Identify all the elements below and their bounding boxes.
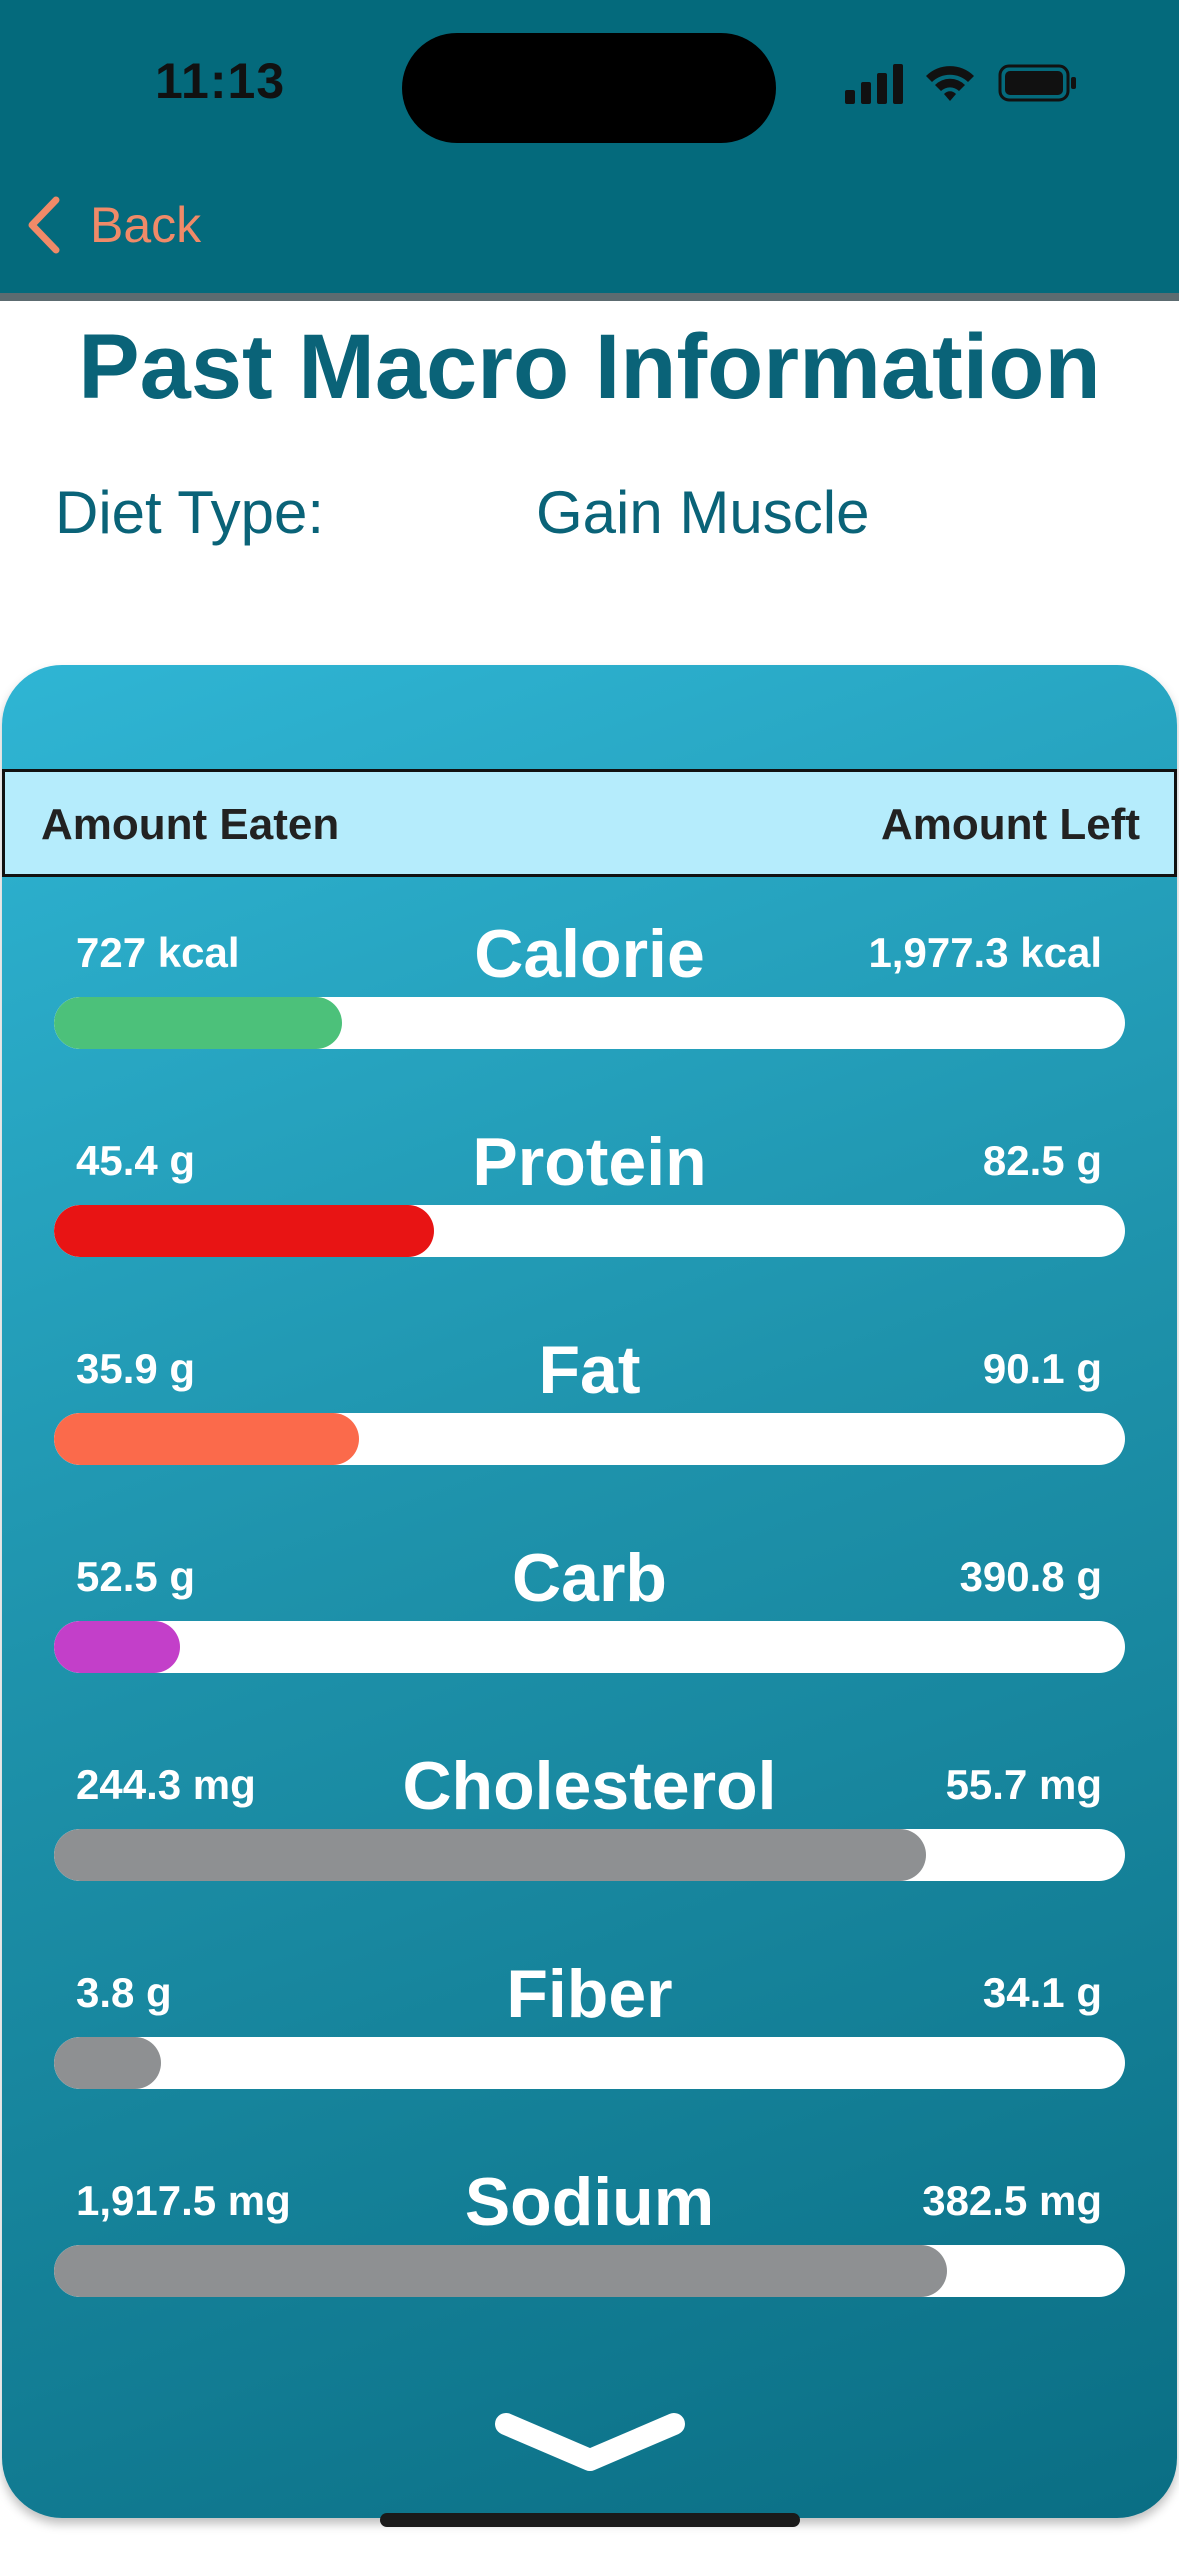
macro-left-value: 34.1 g [982, 1969, 1102, 2016]
progress-bar-track [54, 1829, 1125, 1881]
home-indicator[interactable] [380, 2513, 800, 2527]
macro-eaten-value: 1,917.5 mg [76, 2177, 291, 2224]
macro-left-value: 82.5 g [982, 1137, 1102, 1184]
macro-row-carb: 52.5 g Carb 390.8 g [2, 1540, 1177, 1713]
progress-bar-fill [54, 997, 343, 1049]
macro-eaten-value: 45.4 g [76, 1137, 196, 1184]
macro-row-cholesterol: 244.3 mg Cholesterol 55.7 mg [2, 1748, 1177, 1921]
amount-eaten-header: Amount Eaten [41, 800, 340, 849]
macro-row-sodium: 1,917.5 mg Sodium 382.5 mg [2, 2164, 1177, 2337]
macro-left-value: 382.5 mg [922, 2177, 1102, 2224]
header-divider [0, 293, 1179, 301]
macro-left-value: 390.8 g [959, 1553, 1102, 1600]
macro-eaten-value: 244.3 mg [76, 1761, 256, 1808]
cellular-signal-icon [845, 64, 903, 104]
diet-type-value: Gain Muscle [536, 479, 870, 546]
progress-bar-track [54, 997, 1125, 1049]
macro-eaten-value: 52.5 g [76, 1553, 196, 1600]
progress-bar-track [54, 2037, 1125, 2089]
amount-left-header: Amount Left [880, 800, 1140, 849]
macro-card: Amount Eaten Amount Left 727 kcal Calori… [2, 665, 1177, 2518]
back-label: Back [90, 197, 202, 253]
macro-row-protein: 45.4 g Protein 82.5 g [2, 1124, 1177, 1297]
progress-bar-fill [54, 1621, 181, 1673]
chevron-down-icon[interactable] [492, 2410, 688, 2476]
macro-row-fat: 35.9 g Fat 90.1 g [2, 1332, 1177, 1505]
progress-bar-fill [54, 1205, 435, 1257]
table-header: Amount Eaten Amount Left [2, 769, 1177, 877]
macro-row-fiber: 3.8 g Fiber 34.1 g [2, 1956, 1177, 2129]
macro-left-value: 55.7 mg [945, 1761, 1102, 1808]
progress-bar-fill [54, 2245, 948, 2297]
diet-type-label: Diet Type: [55, 479, 325, 546]
status-time: 11:13 [155, 53, 286, 109]
nav-header: 11:13 Back [0, 0, 1179, 295]
wifi-icon [926, 66, 974, 101]
macro-row-calorie: 727 kcal Calorie 1,977.3 kcal [2, 916, 1177, 1089]
dynamic-island [402, 33, 776, 143]
progress-bar-track [54, 2245, 1125, 2297]
page-title: Past Macro Information [78, 316, 1101, 418]
progress-bar-track [54, 1205, 1125, 1257]
chevron-left-icon [28, 196, 60, 254]
progress-bar-fill [54, 1413, 360, 1465]
progress-bar-fill [54, 1829, 926, 1881]
back-button[interactable]: Back [24, 190, 201, 260]
battery-icon [998, 64, 1076, 102]
progress-bar-track [54, 1413, 1125, 1465]
macro-eaten-value: 727 kcal [76, 929, 240, 976]
macro-eaten-value: 35.9 g [76, 1345, 196, 1392]
progress-bar-fill [54, 2037, 162, 2089]
progress-bar-track [54, 1621, 1125, 1673]
macro-eaten-value: 3.8 g [76, 1969, 172, 2016]
macro-left-value: 1,977.3 kcal [868, 929, 1102, 976]
macro-left-value: 90.1 g [982, 1345, 1102, 1392]
